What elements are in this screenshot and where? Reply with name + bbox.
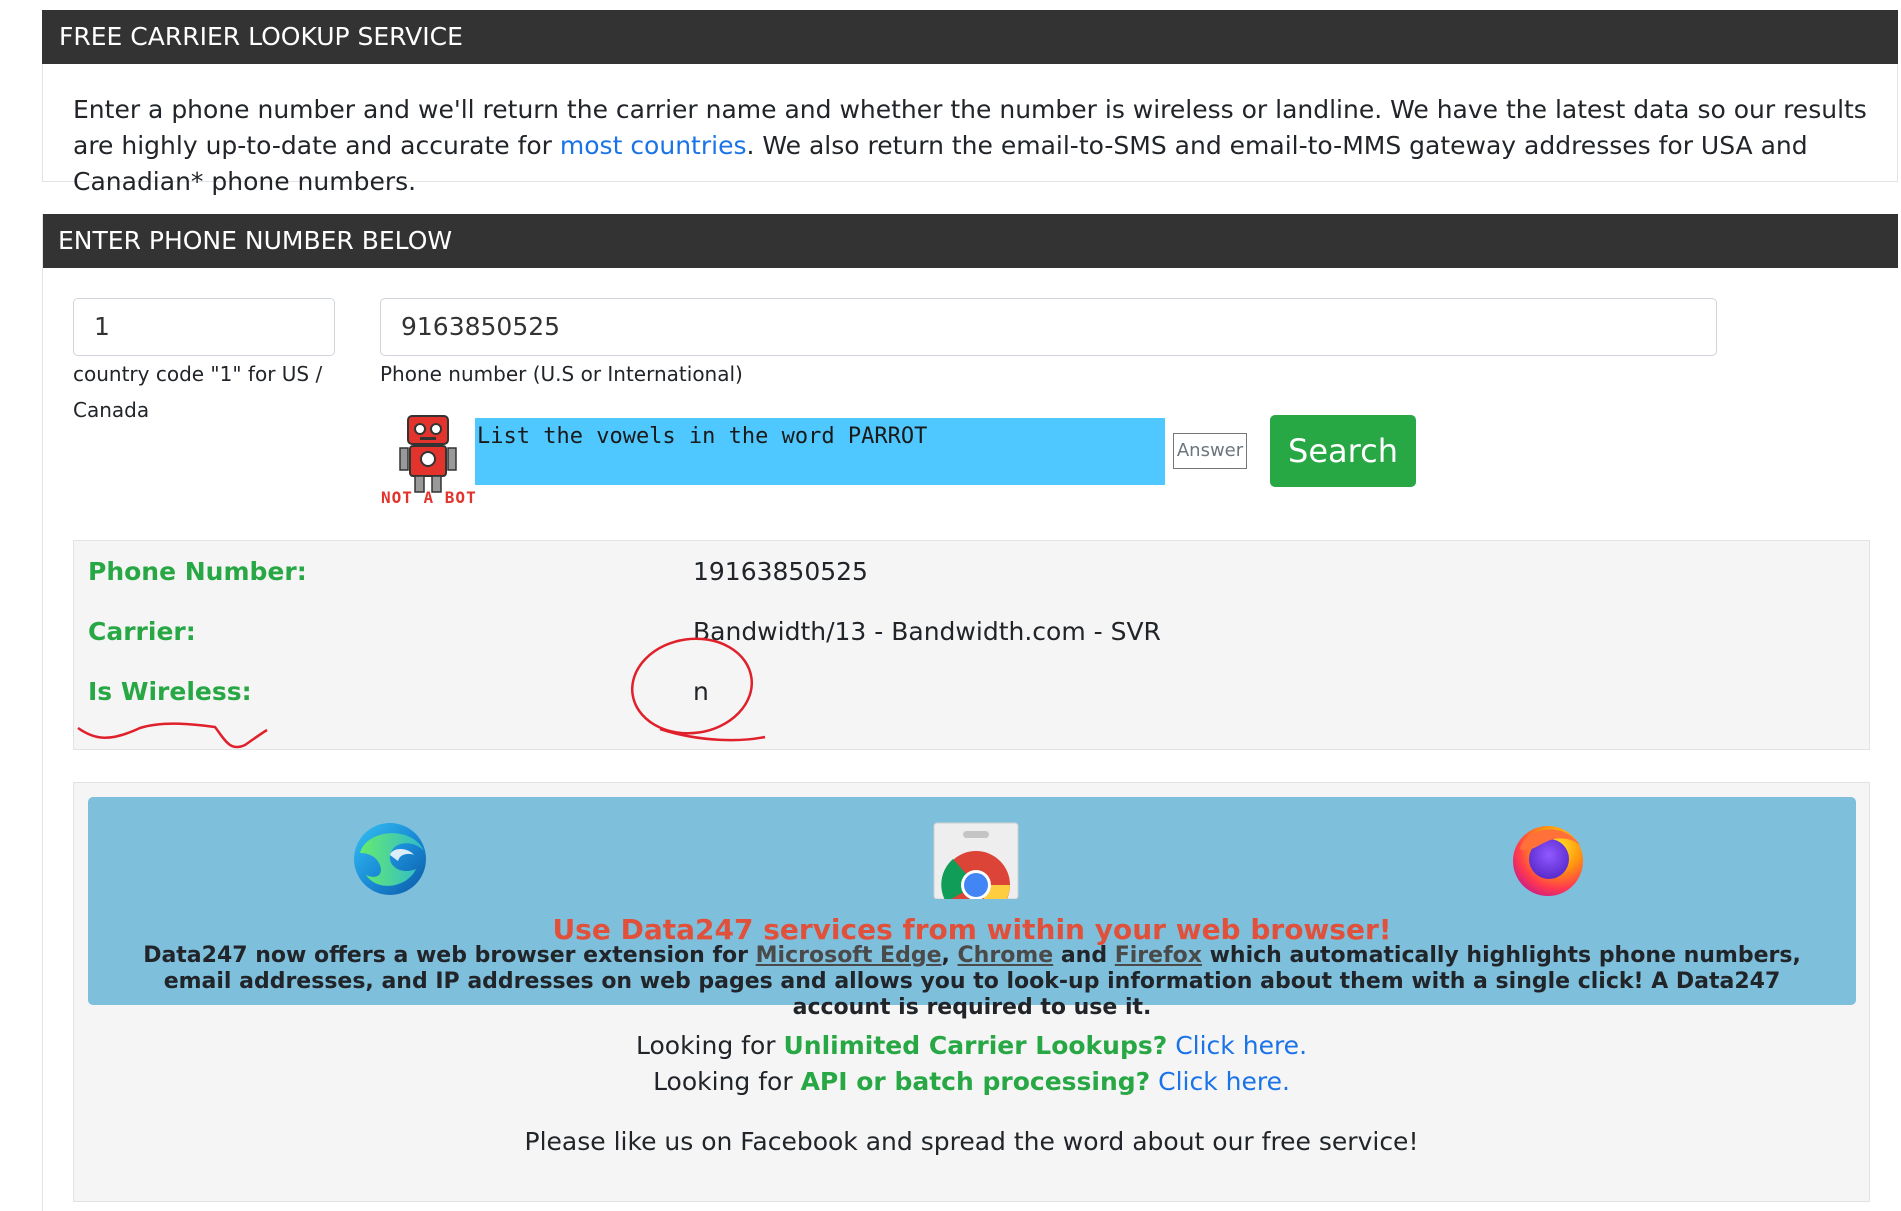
firefox-icon[interactable]	[1508, 819, 1588, 899]
api-batch-text: API or batch processing?	[800, 1067, 1151, 1096]
promo-title: Use Data247 services from within your we…	[552, 913, 1392, 946]
api-batch-line: Looking for API or batch processing? Cli…	[74, 1067, 1869, 1096]
edge-icon[interactable]	[350, 819, 430, 899]
api-batch-link[interactable]: Click here.	[1150, 1067, 1290, 1096]
firefox-link[interactable]: Firefox	[1115, 943, 1202, 968]
chrome-webstore-icon[interactable]	[933, 819, 1019, 919]
unlimited-lookups-link[interactable]: Click here.	[1167, 1031, 1307, 1060]
promo-text: Data247 now offers a web browser extensi…	[128, 943, 1816, 1021]
facebook-like-line: Please like us on Facebook and spread th…	[524, 1127, 1419, 1156]
promo-sep: ,	[941, 943, 958, 968]
chrome-link[interactable]: Chrome	[958, 943, 1054, 968]
annotation-circle-tail	[659, 727, 766, 742]
footer-line1-prefix: Looking for	[635, 1031, 784, 1060]
unlimited-lookups-line: Looking for Unlimited Carrier Lookups? C…	[74, 1031, 1869, 1060]
promo-text-1: Data247 now offers a web browser extensi…	[143, 943, 756, 968]
browser-extension-banner: Use Data247 services from within your we…	[88, 797, 1856, 1020]
promo-section: Use Data247 services from within your we…	[73, 782, 1870, 1202]
microsoft-edge-link[interactable]: Microsoft Edge	[756, 943, 942, 968]
annotation-underline	[77, 722, 268, 749]
annotation-circle	[630, 637, 754, 735]
promo-and: and	[1053, 943, 1115, 968]
unlimited-lookups-text: Unlimited Carrier Lookups?	[783, 1031, 1168, 1060]
footer-line2-prefix: Looking for	[653, 1067, 801, 1096]
